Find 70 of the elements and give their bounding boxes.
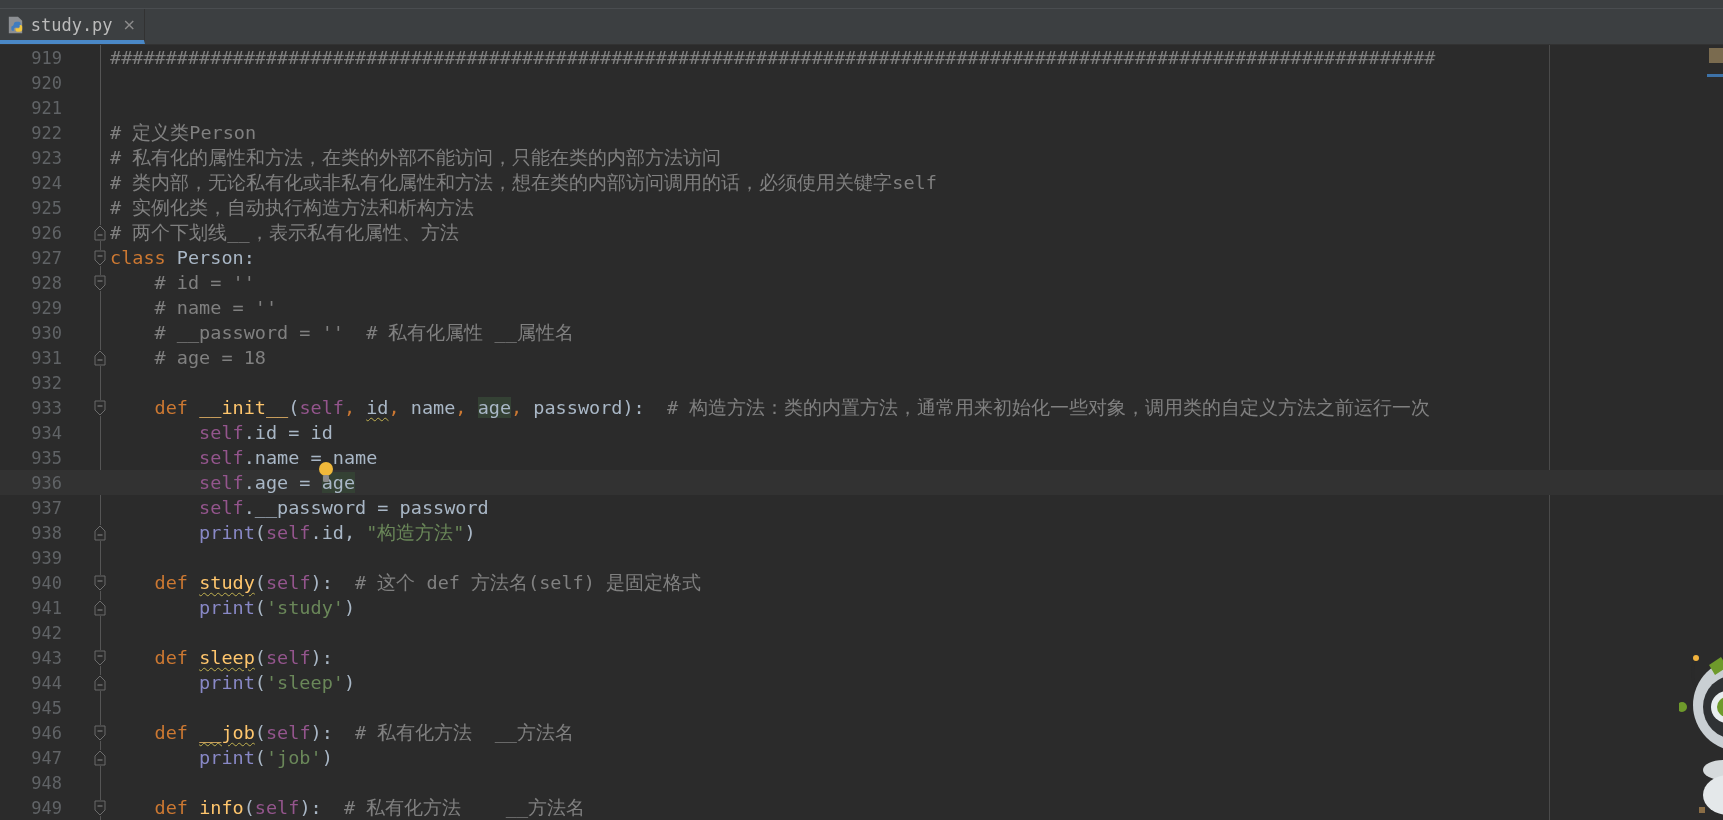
code-comment: ####################################################################################################################### — [110, 47, 1436, 68]
code-line: self.__password = password — [199, 497, 489, 518]
line-number: 920 — [30, 72, 62, 93]
line-number: 949 — [30, 797, 62, 818]
code-comment: # 定义类Person — [110, 121, 257, 145]
scrollbar-marker[interactable] — [1707, 74, 1723, 77]
scrollbar-marker[interactable] — [1709, 48, 1723, 63]
line-number: 937 — [30, 497, 62, 518]
line-number: 933 — [30, 397, 62, 418]
code-line: def __init__(self, id, name, age, password): # 构造方法：类的内置方法，通常用来初始化一些对象，调用类的自定义方法之前运行一次 — [154, 396, 1431, 420]
fold-icon[interactable] — [94, 249, 106, 266]
fold-icon[interactable] — [94, 799, 106, 816]
code-line: def sleep(self): — [154, 647, 333, 668]
fold-icon[interactable] — [94, 749, 106, 766]
line-number: 935 — [30, 447, 62, 468]
code-line: print(self.id, "构造方法") — [199, 521, 476, 545]
line-number: 942 — [30, 622, 62, 643]
fold-icon[interactable] — [94, 274, 106, 291]
line-number: 943 — [30, 647, 62, 668]
line-number: 924 — [30, 172, 62, 193]
fold-icon[interactable] — [94, 599, 106, 616]
code-comment: # name = '' — [154, 297, 278, 318]
line-number: 946 — [30, 722, 62, 743]
line-number: 927 — [30, 247, 62, 268]
code-comment: # __password = '' # 私有化属性 __属性名 — [154, 321, 574, 345]
line-number: 931 — [30, 347, 62, 368]
editor-tab[interactable]: study.py × — [0, 9, 145, 44]
code-line: class Person: — [110, 247, 255, 268]
line-number: 948 — [30, 772, 62, 793]
line-number: 938 — [30, 522, 62, 543]
close-icon[interactable]: × — [122, 15, 136, 34]
fold-icon[interactable] — [94, 724, 106, 741]
line-number: 928 — [30, 272, 62, 293]
line-number: 947 — [30, 747, 62, 768]
line-number: 921 — [30, 97, 62, 118]
line-number: 929 — [30, 297, 62, 318]
line-number: 932 — [30, 372, 62, 393]
code-comment: # 类内部，无论私有化或非私有化属性和方法，想在类的内部访问调用的话，必须使用关键字self — [110, 171, 937, 195]
fold-icon[interactable] — [94, 224, 106, 241]
fold-icon[interactable] — [94, 649, 106, 666]
code-line: def study(self): # 这个 def 方法名(self) 是固定格式 — [154, 571, 702, 595]
fold-icon[interactable] — [94, 674, 106, 691]
line-number: 934 — [30, 422, 62, 443]
line-number: 930 — [30, 322, 62, 343]
line-number: 945 — [30, 697, 62, 718]
code-comment: # id = '' — [154, 272, 255, 293]
code-comment: # 实例化类，自动执行构造方法和析构方法 — [110, 196, 475, 220]
line-number: 919 — [30, 47, 62, 68]
code-line: def __job(self): # 私有化方法 __方法名 — [154, 721, 574, 745]
code-line: print('job') — [199, 747, 333, 768]
fold-icon[interactable] — [94, 524, 106, 541]
code-line: def info(self): # 私有化方法 __方法名 — [154, 796, 586, 820]
code-line: self.name = name — [199, 447, 378, 468]
line-number: 939 — [30, 547, 62, 568]
line-number: 944 — [30, 672, 62, 693]
code-comment: # age = 18 — [154, 347, 266, 368]
code-comment: # 两个下划线__，表示私有化属性、方法 — [110, 221, 459, 245]
code-comment: # 私有化的属性和方法，在类的外部不能访问，只能在类的内部方法访问 — [110, 146, 722, 170]
line-number: 926 — [30, 222, 62, 243]
code-line: print('study') — [199, 597, 356, 618]
fold-icon[interactable] — [94, 574, 106, 591]
fold-icon[interactable] — [94, 349, 106, 366]
code-line: print('sleep') — [199, 672, 356, 693]
line-number: 940 — [30, 572, 62, 593]
code-line: self.id = id — [199, 422, 333, 443]
line-number: 922 — [30, 122, 62, 143]
line-number: 923 — [30, 147, 62, 168]
fold-icon[interactable] — [94, 399, 106, 416]
line-number: 941 — [30, 597, 62, 618]
line-number: 925 — [30, 197, 62, 218]
